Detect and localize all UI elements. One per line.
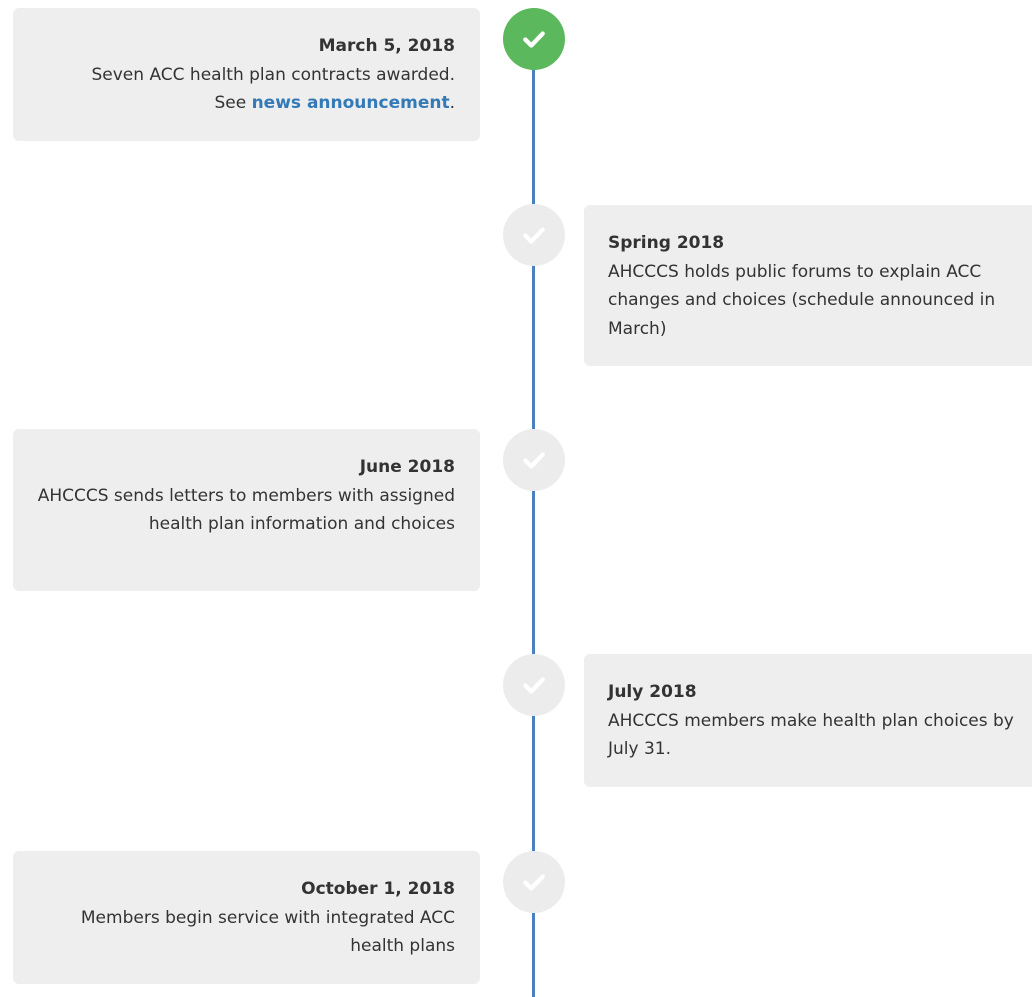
check-icon	[523, 874, 545, 891]
timeline-node	[503, 429, 565, 491]
check-icon	[523, 31, 545, 48]
event-text: Seven ACC health plan contracts awarded.	[91, 64, 456, 85]
event-description: AHCCCS holds public forums to explain AC…	[608, 261, 996, 339]
event-date: Spring 2018	[608, 233, 725, 253]
event-description: Seven ACC health plan contracts awarded.…	[37, 61, 456, 118]
timeline-node	[503, 204, 565, 266]
event-date: July 2018	[608, 682, 697, 702]
timeline-node-completed	[503, 8, 565, 70]
timeline-card: July 2018 AHCCCS members make health pla…	[584, 654, 1032, 787]
event-text-prefix: See	[214, 93, 252, 113]
check-icon	[523, 452, 545, 469]
check-icon	[523, 677, 545, 694]
event-date: June 2018	[359, 457, 455, 477]
timeline-card: June 2018 AHCCCS sends letters to member…	[13, 429, 480, 591]
event-date: October 1, 2018	[301, 879, 455, 899]
event-description: AHCCCS sends letters to members with ass…	[37, 485, 455, 535]
check-icon	[523, 227, 545, 244]
timeline-node	[503, 654, 565, 716]
event-date: March 5, 2018	[318, 36, 455, 56]
event-description: AHCCCS members make health plan choices …	[608, 710, 1014, 760]
timeline-card: Spring 2018 AHCCCS holds public forums t…	[584, 205, 1032, 366]
event-text-suffix: .	[449, 93, 455, 113]
timeline-card: October 1, 2018 Members begin service wi…	[13, 851, 480, 984]
timeline-node	[503, 851, 565, 913]
timeline-card: March 5, 2018 Seven ACC health plan cont…	[13, 8, 480, 141]
event-description: Members begin service with integrated AC…	[80, 907, 455, 957]
news-announcement-link[interactable]: news announcement	[252, 93, 450, 113]
